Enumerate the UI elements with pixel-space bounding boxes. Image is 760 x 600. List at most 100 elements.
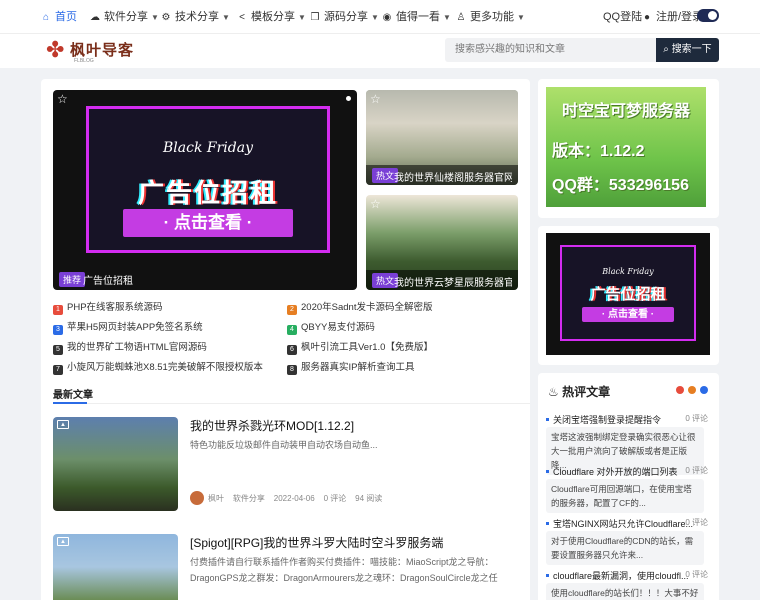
slider-dot[interactable] bbox=[346, 96, 351, 101]
recommend-tag: 推荐 bbox=[59, 272, 86, 287]
post-excerpt: 特色功能反垃圾邮件自动装甲自动农场自动鱼... bbox=[190, 440, 378, 450]
avatar[interactable] bbox=[190, 491, 204, 505]
chevron-down-icon: ▼ bbox=[222, 13, 230, 22]
nav-template[interactable]: < 模板分享 ▼ bbox=[236, 0, 306, 34]
tab-dot[interactable] bbox=[676, 386, 684, 394]
ad-headline: Black Friday bbox=[163, 140, 253, 156]
fire-icon: ♨ bbox=[548, 385, 559, 399]
post-title[interactable]: [Spigot][RPG]我的世界斗罗大陆时空斗罗服务端 bbox=[190, 534, 443, 551]
maple-leaf-icon: ✤ bbox=[46, 37, 65, 62]
sidebar-ad-server[interactable]: 时空宝可梦服务器 版本：1.12.2 QQ群：533296156 bbox=[538, 79, 719, 218]
hot-snippet: 使用cloudflare的站长们！！！大事不好 bbox=[546, 583, 704, 600]
chevron-down-icon: ▼ bbox=[443, 13, 451, 22]
logo-subtext: FLBLOG bbox=[74, 58, 94, 64]
post-author[interactable]: 枫叶 bbox=[208, 494, 224, 503]
nav-more[interactable]: ♙ 更多功能 ▼ bbox=[455, 0, 525, 34]
flask-icon: ♙ bbox=[456, 12, 466, 23]
ad-view-button[interactable]: · 点击查看 · bbox=[582, 307, 674, 322]
home-icon: ⌂ bbox=[42, 12, 50, 23]
nav-source[interactable]: ❒ 源码分享 ▼ bbox=[309, 0, 379, 34]
chevron-down-icon: ▼ bbox=[371, 13, 379, 22]
hot-item[interactable]: 关闭宝塔强制登录提醒指令 0 评论 bbox=[546, 413, 716, 426]
hot-item[interactable]: Cloudflare 对外开放的端口列表 0 评论 bbox=[546, 465, 716, 478]
ad-view-button[interactable]: · 点击查看 · bbox=[123, 209, 293, 237]
ad-headline: Black Friday bbox=[602, 267, 654, 276]
latest-posts-title: 最新文章 bbox=[53, 390, 93, 401]
nav-home[interactable]: ⌂ 首页 bbox=[40, 0, 77, 34]
top-nav: ⌂ 首页 ☁ 软件分享 ▼ ⚙ 技术分享 ▼ < 模板分享 ▼ ❒ 源码分享 ▼ ◉ 值得一看 ▼ ♙… bbox=[0, 0, 760, 34]
hot-item[interactable]: cloudflare最新漏洞，使用cloudfl... 0 评论 bbox=[546, 569, 716, 582]
search-icon: ⌕ bbox=[663, 44, 669, 55]
user-icon: ● bbox=[643, 12, 651, 23]
nav-software[interactable]: ☁ 软件分享 ▼ bbox=[89, 0, 159, 34]
site-logo[interactable]: ✤ 枫叶导客 FLBLOG bbox=[46, 36, 136, 66]
post-thumbnail[interactable]: ▲ bbox=[53, 417, 178, 511]
post-views: 94 阅读 bbox=[355, 494, 383, 503]
chevron-down-icon: ▼ bbox=[151, 13, 159, 22]
hot-item[interactable]: 宝塔NGINX网站只允许Cloudflare... 0 评论 bbox=[546, 517, 716, 530]
hot-comments-panel: ♨ 热评文章 关闭宝塔强制登录提醒指令 0 评论 宝塔这波强制绑定登录确实很恶心让… bbox=[538, 373, 719, 600]
slider-caption: 广告位招租 bbox=[83, 276, 133, 287]
hot-snippet: 对于使用Cloudflare的CDN的站长，需要设置服务器只允许来... bbox=[546, 531, 704, 565]
ad-frame: Black Friday 广告位招租 · 点击查看 · bbox=[86, 106, 330, 253]
thumb-caption: 我的世界仙楼阁服务器官网H... bbox=[394, 173, 512, 184]
post-date: 2022-04-06 bbox=[273, 494, 315, 503]
eye-icon: ◉ bbox=[382, 12, 392, 23]
featured-slider[interactable]: Black Friday 广告位招租 · 点击查看 · ☆ 推荐 广告位招租 bbox=[53, 90, 357, 290]
toggle-knob bbox=[708, 11, 717, 20]
post-title[interactable]: 我的世界杀戮光环MOD[1.12.2] bbox=[190, 417, 354, 434]
thumb-caption: 我的世界云梦星辰服务器官网... bbox=[394, 278, 512, 289]
ad-frame: Black Friday 广告位招租 · 点击查看 · bbox=[560, 245, 696, 341]
main-content: Black Friday 广告位招租 · 点击查看 · ☆ 推荐 广告位招租 ☆… bbox=[41, 79, 530, 600]
link-item[interactable]: 6 枫叶引流工具Ver1.0【免费版】 bbox=[287, 339, 433, 355]
link-item[interactable]: 7 小旋风万能蜘蛛池X8.51完美破解不限授权版本 bbox=[53, 359, 263, 375]
post-excerpt: 付费插件请自行联系插件作者购买付费插件：喵技能：MiaoScript龙之导航：D… bbox=[190, 557, 498, 583]
post-meta: 枫叶 软件分享 2022-04-06 0 评论 94 阅读 bbox=[190, 491, 382, 505]
hot-thumb-2[interactable]: ☆ 热文 我的世界云梦星辰服务器官网... bbox=[366, 195, 518, 290]
post-comments: 0 评论 bbox=[323, 494, 347, 503]
ad-title: 广告位招租 bbox=[137, 178, 278, 208]
sidebar-ad-rent[interactable]: Black Friday 广告位招租 · 点击查看 · bbox=[538, 226, 719, 365]
chevron-down-icon: ▼ bbox=[298, 13, 306, 22]
link-item[interactable]: 1 PHP在线客服系统源码 bbox=[53, 299, 163, 315]
tab-dot[interactable] bbox=[700, 386, 708, 394]
image-icon: ▲ bbox=[57, 537, 69, 546]
star-icon[interactable]: ☆ bbox=[57, 92, 68, 106]
active-underline bbox=[53, 402, 87, 404]
share-icon: < bbox=[239, 12, 245, 23]
register-login-link[interactable]: ● 注册/登录 bbox=[641, 0, 703, 34]
dark-mode-toggle[interactable] bbox=[697, 9, 719, 22]
ad-image: 时空宝可梦服务器 版本：1.12.2 QQ群：533296156 bbox=[546, 87, 706, 207]
search-input[interactable]: 搜索感兴趣的知识和文章 bbox=[445, 38, 657, 62]
image-icon: ▲ bbox=[57, 420, 69, 429]
ad-line: 版本：1.12.2 bbox=[552, 143, 645, 160]
hot-panel-title: ♨ 热评文章 bbox=[548, 385, 611, 399]
link-item[interactable]: 3 苹果H5网页封装APP免签名系统 bbox=[53, 319, 203, 335]
link-item[interactable]: 8 服务器真实IP解析查询工具 bbox=[287, 359, 414, 375]
code-icon: ❒ bbox=[310, 12, 320, 23]
chevron-down-icon: ▼ bbox=[517, 13, 525, 22]
ad-image: Black Friday 广告位招租 · 点击查看 · bbox=[546, 233, 710, 355]
post-thumbnail[interactable]: ▲ bbox=[53, 534, 178, 600]
site-header: ✤ 枫叶导客 FLBLOG 搜索感兴趣的知识和文章 ⌕ 搜索一下 bbox=[0, 34, 760, 68]
link-item[interactable]: 2 2020年Sadnt发卡源码全解密版 bbox=[287, 299, 432, 315]
logo-text: 枫叶导客 bbox=[70, 41, 135, 59]
post-category[interactable]: 软件分享 bbox=[233, 494, 265, 503]
link-item[interactable]: 5 我的世界矿工物语HTML官网源码 bbox=[53, 339, 207, 355]
ad-line: 时空宝可梦服务器 bbox=[561, 103, 690, 120]
search-button[interactable]: ⌕ 搜索一下 bbox=[656, 38, 719, 62]
tab-dot[interactable] bbox=[688, 386, 696, 394]
ad-line: QQ群：533296156 bbox=[552, 177, 689, 194]
nav-worth[interactable]: ◉ 值得一看 ▼ bbox=[381, 0, 451, 34]
star-icon[interactable]: ☆ bbox=[370, 92, 381, 106]
hot-thumb-1[interactable]: ☆ 热文 我的世界仙楼阁服务器官网H... bbox=[366, 90, 518, 185]
nav-tech[interactable]: ⚙ 技术分享 ▼ bbox=[160, 0, 230, 34]
cloud-download-icon: ☁ bbox=[90, 12, 100, 23]
link-item[interactable]: 4 QBYY易支付源码 bbox=[287, 319, 375, 335]
qq-login-link[interactable]: QQ登陆 bbox=[603, 0, 642, 34]
hot-snippet: Cloudflare可用回源端口，在使用宝塔的服务器，配置了CF的... bbox=[546, 479, 704, 513]
divider bbox=[53, 403, 530, 404]
star-icon[interactable]: ☆ bbox=[370, 197, 381, 211]
gear-icon: ⚙ bbox=[161, 12, 171, 23]
ad-title: 广告位招租 bbox=[590, 286, 666, 303]
